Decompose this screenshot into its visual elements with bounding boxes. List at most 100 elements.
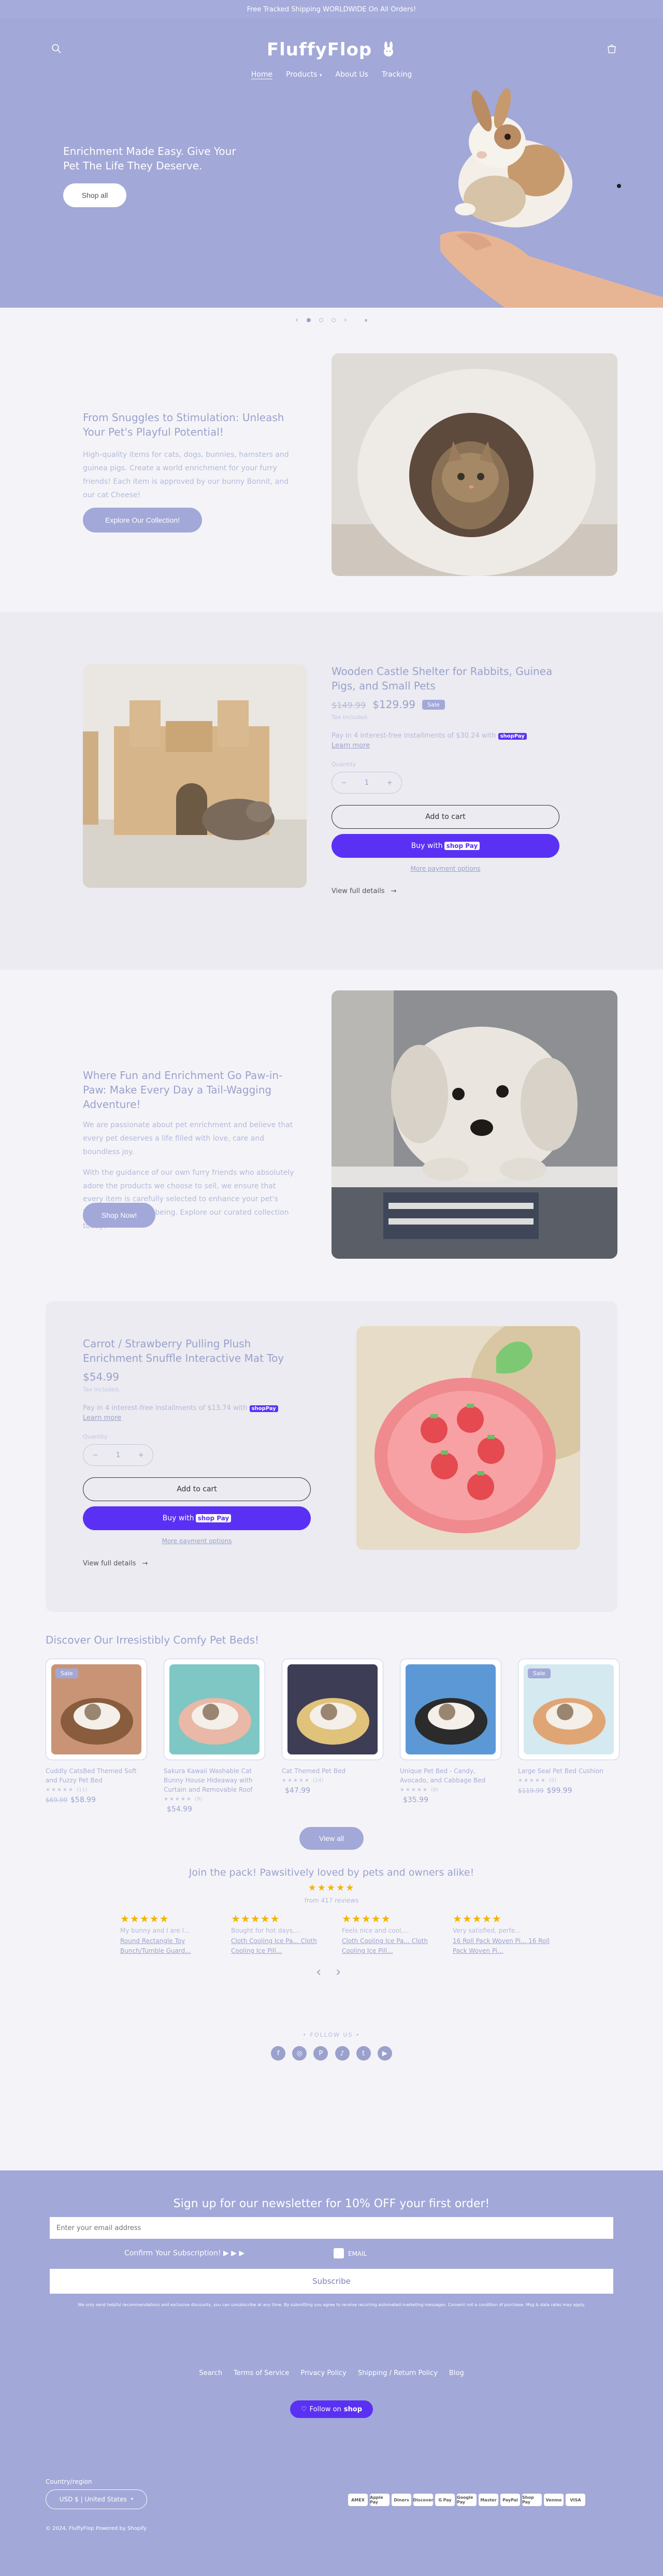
follow-on-shop-button[interactable]: ♡ Follow on shop <box>290 2400 373 2418</box>
newsletter-email-input[interactable] <box>50 2217 613 2239</box>
sale-badge: Sale <box>55 1668 78 1678</box>
castle-shelter-image[interactable] <box>83 664 307 888</box>
view-full-details-link[interactable]: View full details → <box>83 1560 311 1567</box>
slide-dot-2[interactable] <box>319 318 323 322</box>
review-product-link[interactable]: Cloth Cooling Ice Pa... Cloth Cooling Ic… <box>342 1936 440 1956</box>
facebook-icon[interactable]: f <box>271 2046 286 2061</box>
nav-tracking[interactable]: Tracking <box>382 70 412 79</box>
review-card[interactable]: ★★★★★ My bunny and I are l... Round Rect… <box>120 1912 219 1956</box>
copyright: © 2024, FluffyFlop Powered by Shopify <box>46 2526 147 2531</box>
footer-link-terms[interactable]: Terms of Service <box>234 2369 289 2377</box>
featured-product-castle: Wooden Castle Shelter for Rabbits, Guine… <box>0 612 663 970</box>
product-price: $119.99 $99.99 <box>518 1787 619 1795</box>
learn-more-link[interactable]: Learn more <box>332 742 570 750</box>
announcement-text: Free Tracked Shipping WORLDWIDE On All O… <box>247 5 416 13</box>
product-image[interactable] <box>282 1659 383 1760</box>
pinterest-icon[interactable]: P <box>313 2046 328 2061</box>
footer-link-search[interactable]: Search <box>199 2369 222 2377</box>
nav-home[interactable]: Home <box>251 70 272 79</box>
review-product-link[interactable]: 16 Roll Pack Woven Pi... 16 Roll Pack Wo… <box>453 1936 551 1956</box>
nav-products-label: Products <box>286 70 318 79</box>
buy-with-shop-pay-button[interactable]: Buy with shop Pay <box>332 834 559 858</box>
review-product-link[interactable]: Cloth Cooling Ice Pa... Cloth Cooling Ic… <box>231 1936 329 1956</box>
view-full-details-link[interactable]: View full details → <box>332 887 570 895</box>
review-card[interactable]: ★★★★★ Bought for hot days,... Cloth Cool… <box>231 1912 329 1956</box>
slide-dot-3[interactable] <box>331 318 336 322</box>
tax-note: Tax included. <box>332 714 369 721</box>
shop-brand-label: shop <box>343 2405 362 2413</box>
snuffle-mat-image[interactable] <box>356 1326 580 1550</box>
product-title[interactable]: Unique Pet Bed - Candy, Avocado, and Cab… <box>400 1766 501 1785</box>
follow-label-text: FOLLOW US <box>310 2032 353 2038</box>
product-image[interactable] <box>164 1659 265 1760</box>
quantity-value[interactable]: 1 <box>365 779 369 787</box>
product-card[interactable]: Unique Pet Bed - Candy, Avocado, and Cab… <box>400 1659 501 1804</box>
brand-name: FluffyFlop <box>266 39 372 60</box>
review-product-link[interactable]: Round Rectangle Toy Bunch/Tumble Guard..… <box>120 1936 219 1956</box>
product-card[interactable]: Cat Themed Pet Bed ★★★★★ (14) $47.99 <box>282 1659 383 1795</box>
review-card[interactable]: ★★★★★ Feels nice and cool,... Cloth Cool… <box>342 1912 440 1956</box>
product-title[interactable]: Large Seal Pet Bed Cushion <box>518 1766 619 1776</box>
social-icons: f ◎ P ♪ t ▶ <box>0 2046 663 2061</box>
product-title[interactable]: Cat Themed Pet Bed <box>282 1766 383 1776</box>
reviews-count: from 417 reviews <box>304 1897 359 1904</box>
more-payment-options-link[interactable]: More payment options <box>410 865 480 872</box>
instagram-icon[interactable]: ◎ <box>292 2046 307 2061</box>
reviews-prev-button[interactable]: ‹ <box>316 1964 321 1980</box>
product-card[interactable]: Sakura Kawaii Washable Cat Bunny House H… <box>164 1659 265 1814</box>
add-to-cart-button[interactable]: Add to cart <box>83 1477 311 1501</box>
nav-about[interactable]: About Us <box>336 70 368 79</box>
reviews-next-button[interactable]: › <box>336 1964 341 1980</box>
installments-text: Pay in 4 interest-free installments of $… <box>83 1404 248 1412</box>
payment-icon: G Pay <box>435 2494 455 2506</box>
learn-more-link[interactable]: Learn more <box>83 1414 311 1422</box>
quantity-plus-button[interactable]: + <box>138 1451 144 1459</box>
current-price: $58.99 <box>70 1796 96 1804</box>
newsletter-heading: Sign up for our newsletter for 10% OFF y… <box>173 2197 490 2210</box>
footer-link-shipping[interactable]: Shipping / Return Policy <box>358 2369 438 2377</box>
subscribe-button[interactable]: Subscribe <box>50 2269 613 2294</box>
footer-link-blog[interactable]: Blog <box>449 2369 464 2377</box>
add-to-cart-button[interactable]: Add to cart <box>332 805 559 829</box>
more-payment-options-link[interactable]: More payment options <box>162 1537 232 1545</box>
arrow-right-icon: → <box>391 887 397 895</box>
slide-pause-button[interactable]: ⏸ <box>365 316 368 324</box>
twitter-icon[interactable]: t <box>356 2046 371 2061</box>
footer-link-privacy[interactable]: Privacy Policy <box>300 2369 347 2377</box>
buy-with-shop-pay-button[interactable]: Buy with shop Pay <box>83 1506 311 1530</box>
slide-next-button[interactable]: › <box>344 316 347 324</box>
product-image[interactable]: Sale <box>46 1659 147 1760</box>
explore-collection-button[interactable]: Explore Our Collection! <box>83 508 202 533</box>
rating-count: (9) <box>195 1796 203 1802</box>
quantity-minus-button[interactable]: − <box>92 1451 98 1459</box>
shop-now-button[interactable]: Shop Now! <box>83 1203 155 1228</box>
quantity-minus-button[interactable]: − <box>341 779 347 787</box>
nav-products[interactable]: Products ▾ <box>286 70 322 79</box>
product-card[interactable]: Sale Cuddly CatsBed Themed Soft and Fuzz… <box>46 1659 147 1804</box>
country-selector[interactable]: USD $ | United States ▾ <box>46 2489 147 2509</box>
product-image[interactable] <box>400 1659 501 1760</box>
shop-all-button[interactable]: Shop all <box>63 183 126 207</box>
payment-icon: VISA <box>566 2494 585 2506</box>
product-title[interactable]: Cuddly CatsBed Themed Soft and Fuzzy Pet… <box>46 1766 147 1785</box>
product-title[interactable]: Sakura Kawaii Washable Cat Bunny House H… <box>164 1766 265 1794</box>
quantity-plus-button[interactable]: + <box>387 779 393 787</box>
tiktok-icon[interactable]: ♪ <box>335 2046 350 2061</box>
slide-prev-button[interactable]: ‹ <box>295 316 298 324</box>
quantity-value[interactable]: 1 <box>116 1451 120 1459</box>
brand-logo[interactable]: FluffyFlop <box>0 39 663 60</box>
product-image[interactable]: Sale <box>518 1659 619 1760</box>
site-footer: Sign up for our newsletter for 10% OFF y… <box>0 2170 663 2576</box>
collection-heading: Discover Our Irresistibly Comfy Pet Beds… <box>46 1634 260 1646</box>
view-all-button[interactable]: View all <box>299 1827 364 1850</box>
product-card[interactable]: Sale Large Seal Pet Bed Cushion ★★★★★ (5… <box>518 1659 619 1795</box>
payment-icon: Shop Pay <box>522 2494 542 2506</box>
product-price: $35.99 <box>400 1796 501 1804</box>
rating-stars: ★★★★★ <box>46 1787 74 1793</box>
slide-dot-1[interactable] <box>306 318 311 322</box>
reviews-stars: ★★★★★ <box>308 1882 355 1893</box>
youtube-icon[interactable]: ▶ <box>377 2046 392 2061</box>
email-consent-checkbox[interactable] <box>334 2248 344 2258</box>
review-card[interactable]: ★★★★★ Very satisfied, perfe... 16 Roll P… <box>453 1912 551 1956</box>
cart-icon[interactable] <box>606 43 617 54</box>
